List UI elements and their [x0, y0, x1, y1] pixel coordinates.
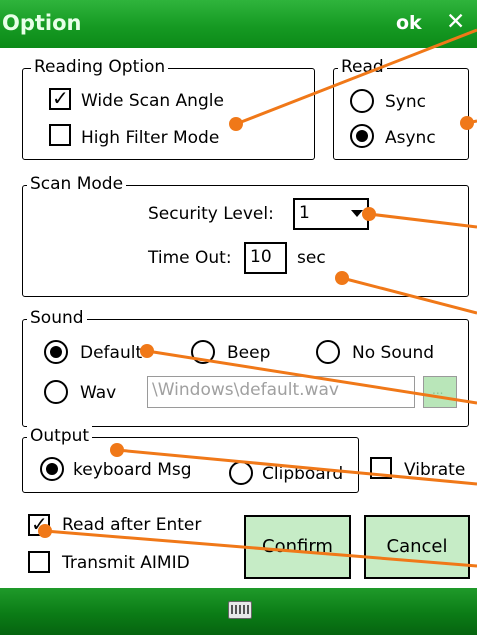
window-title: Option — [2, 11, 82, 35]
browse-button[interactable]: ... — [423, 376, 457, 408]
output-clipboard-radio[interactable] — [229, 461, 253, 485]
vibrate-checkbox[interactable] — [370, 457, 392, 479]
read-after-enter-checkbox[interactable]: ✓ — [28, 512, 50, 536]
output-keyboard-radio[interactable] — [40, 457, 64, 481]
keyboard-icon[interactable] — [228, 601, 252, 619]
soft-key-bar — [0, 588, 477, 635]
wav-path-input[interactable]: \Windows\default.wav — [147, 376, 415, 408]
sync-label: Sync — [385, 92, 426, 112]
scan-mode-group: Scan Mode — [22, 173, 469, 297]
scan-mode-legend: Scan Mode — [27, 173, 127, 195]
read-after-enter-label: Read after Enter — [62, 515, 202, 535]
sound-beep-radio[interactable] — [191, 340, 215, 364]
timeout-value: 10 — [250, 247, 272, 267]
browse-label: ... — [432, 383, 444, 397]
transmit-aimid-checkbox[interactable] — [28, 551, 50, 573]
reading-option-legend: Reading Option — [31, 56, 169, 78]
async-label: Async — [385, 128, 436, 148]
vibrate-label: Vibrate — [404, 460, 466, 480]
wav-path-value: \Windows\default.wav — [152, 380, 339, 400]
sound-nosound-label: No Sound — [352, 343, 435, 363]
cancel-button[interactable]: Cancel — [364, 515, 470, 579]
wide-scan-label: Wide Scan Angle — [81, 91, 224, 111]
sound-wav-label: Wav — [80, 383, 117, 403]
dropdown-arrow-icon — [351, 210, 363, 217]
timeout-unit: sec — [297, 248, 326, 268]
wide-scan-checkbox[interactable]: ✓ — [49, 86, 71, 110]
high-filter-checkbox[interactable] — [49, 124, 71, 146]
ok-button[interactable]: ok — [396, 12, 422, 34]
sound-beep-label: Beep — [227, 343, 271, 363]
sound-default-radio[interactable] — [44, 340, 68, 364]
security-level-select[interactable]: 1 — [293, 198, 369, 230]
async-radio[interactable] — [350, 124, 374, 148]
output-clipboard-label: Clipboard — [262, 464, 344, 484]
options-panel: Reading Option ✓ Wide Scan Angle High Fi… — [0, 48, 477, 588]
read-legend: Read — [338, 56, 387, 78]
high-filter-label: High Filter Mode — [81, 128, 220, 148]
timeout-label: Time Out: — [148, 248, 232, 268]
sound-legend: Sound — [27, 307, 87, 329]
security-level-value: 1 — [299, 203, 310, 223]
confirm-button[interactable]: Confirm — [244, 515, 351, 579]
output-legend: Output — [27, 425, 93, 447]
output-keyboard-label: keyboard Msg — [73, 460, 192, 480]
check-mark-icon: ✓ — [52, 86, 69, 110]
sound-wav-radio[interactable] — [44, 380, 68, 404]
transmit-aimid-label: Transmit AIMID — [62, 553, 190, 573]
check-mark-icon: ✓ — [31, 512, 48, 536]
close-icon[interactable]: ✕ — [446, 9, 465, 35]
sound-nosound-radio[interactable] — [316, 340, 340, 364]
sound-group: Sound — [22, 307, 469, 427]
timeout-input[interactable]: 10 — [244, 242, 287, 274]
title-bar: Option ok ✕ — [0, 0, 477, 48]
security-level-label: Security Level: — [148, 204, 274, 224]
sound-default-label: Default — [80, 343, 143, 363]
sync-radio[interactable] — [350, 89, 374, 113]
